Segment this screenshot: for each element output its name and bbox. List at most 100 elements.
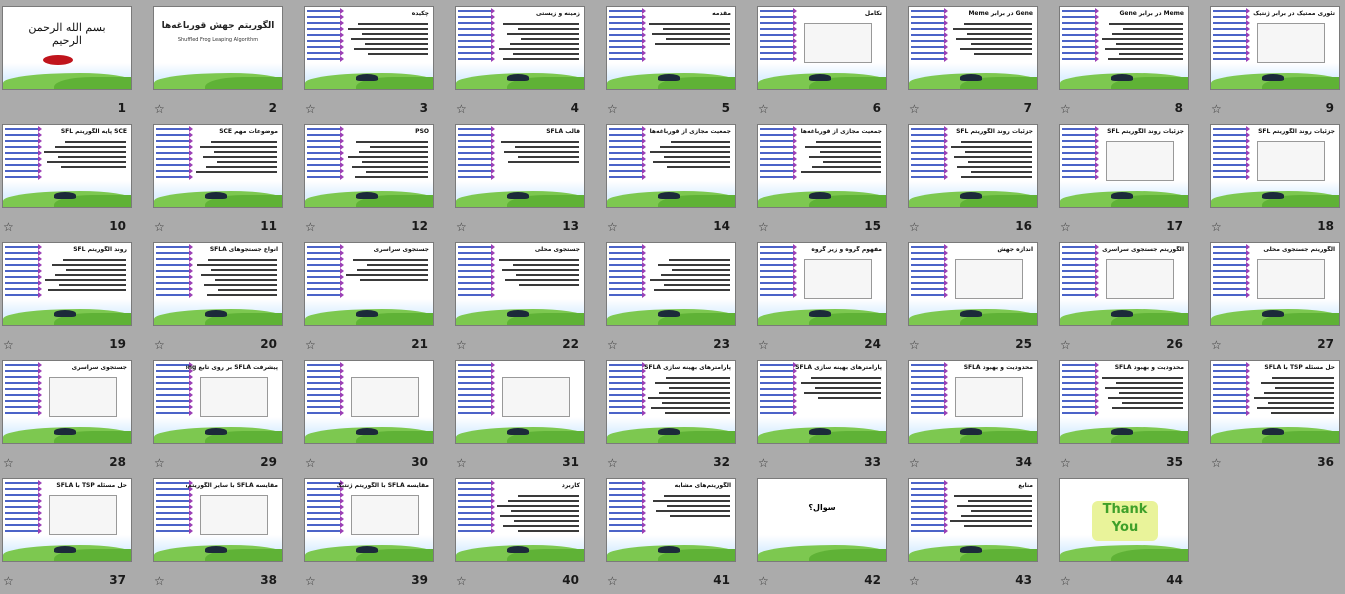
star-outline-icon[interactable]: ☆ <box>607 220 618 234</box>
slide-thumbnail-cell[interactable]: کاربرد ☆ 40 <box>455 478 605 594</box>
star-outline-icon[interactable]: ☆ <box>1060 102 1071 116</box>
slide-thumbnail[interactable]: تکامل <box>757 6 887 90</box>
slide-thumbnail[interactable]: پارامترهای بهینه سازی SFLA <box>606 360 736 444</box>
slide-thumbnail[interactable]: تئوری ممتیک در برابر ژنتیک <box>1210 6 1340 90</box>
slide-thumbnail[interactable]: پارامترهای بهینه سازی SFLA <box>757 360 887 444</box>
slide-thumbnail-cell[interactable]: جستجوی سراسری ☆ 21 <box>304 242 454 358</box>
slide-thumbnail[interactable]: جستجوی سراسری <box>304 242 434 326</box>
slide-thumbnail[interactable]: زمینه و زیستی <box>455 6 585 90</box>
slide-thumbnail[interactable]: الگوریتم جستجوی محلی <box>1210 242 1340 326</box>
slide-thumbnail[interactable]: Gene در برابر Meme <box>908 6 1038 90</box>
star-outline-icon[interactable]: ☆ <box>909 574 920 588</box>
star-outline-icon[interactable]: ☆ <box>1060 574 1071 588</box>
star-outline-icon[interactable]: ☆ <box>758 338 769 352</box>
slide-thumbnail[interactable]: سوال؟ <box>757 478 887 562</box>
slide-thumbnail-cell[interactable]: انواع جستجوهای SFLA ☆ 20 <box>153 242 303 358</box>
slide-thumbnail-cell[interactable]: اندازه جهش ☆ 25 <box>908 242 1058 358</box>
slide-thumbnail-cell[interactable]: محدودیت و بهبود SFLA ☆ 34 <box>908 360 1058 476</box>
star-outline-icon[interactable]: ☆ <box>154 338 165 352</box>
slide-thumbnail-cell[interactable]: جزئیات روند الگوریتم SFL ☆ 18 <box>1210 124 1345 240</box>
slide-thumbnail-cell[interactable]: حل مسئله TSP با SFLA ☆ 36 <box>1210 360 1345 476</box>
star-outline-icon[interactable]: ☆ <box>305 220 316 234</box>
star-outline-icon[interactable]: ☆ <box>909 102 920 116</box>
slide-thumbnail-cell[interactable]: Meme در برابر Gene ☆ 8 <box>1059 6 1209 122</box>
star-outline-icon[interactable]: ☆ <box>1211 338 1222 352</box>
slide-thumbnail[interactable]: جزئیات روند الگوریتم SFL <box>1210 124 1340 208</box>
slide-thumbnail-cell[interactable]: حل مسئله TSP با SFLA ☆ 37 <box>2 478 152 594</box>
star-outline-icon[interactable]: ☆ <box>1060 338 1071 352</box>
slide-thumbnail[interactable]: مفهوم گروه و زیر گروه <box>757 242 887 326</box>
slide-thumbnail-cell[interactable]: چکیده ☆ 3 <box>304 6 454 122</box>
slide-thumbnail[interactable]: مقدمه <box>606 6 736 90</box>
star-outline-icon[interactable]: ☆ <box>909 338 920 352</box>
star-outline-icon[interactable]: ☆ <box>154 220 165 234</box>
slide-thumbnail-cell[interactable]: PSO ☆ 12 <box>304 124 454 240</box>
slide-thumbnail[interactable]: موضوعات مهم SCE <box>153 124 283 208</box>
slide-thumbnail[interactable]: جستجوی سراسری <box>2 360 132 444</box>
slide-thumbnail-cell[interactable]: جمعیت مجازی از قورباغه‌ها ☆ 14 <box>606 124 756 240</box>
star-outline-icon[interactable]: ☆ <box>305 574 316 588</box>
slide-thumbnail-cell[interactable]: مقایسه SFLA با سایر الگوریتم‌ها ☆ 38 <box>153 478 303 594</box>
slide-thumbnail-cell[interactable]: پارامترهای بهینه سازی SFLA ☆ 32 <box>606 360 756 476</box>
slide-thumbnail[interactable]: اندازه جهش <box>908 242 1038 326</box>
slide-thumbnail-cell[interactable]: جزئیات روند الگوریتم SFL ☆ 17 <box>1059 124 1209 240</box>
star-outline-icon[interactable]: ☆ <box>1211 220 1222 234</box>
slide-thumbnail[interactable]: انواع جستجوهای SFLA <box>153 242 283 326</box>
slide-thumbnail[interactable]: مقایسه SFLA با سایر الگوریتم‌ها <box>153 478 283 562</box>
slide-thumbnail-cell[interactable]: تئوری ممتیک در برابر ژنتیک ☆ 9 <box>1210 6 1345 122</box>
slide-thumbnail-cell[interactable]: جمعیت مجازی از قورباغه‌ها ☆ 15 <box>757 124 907 240</box>
slide-thumbnail[interactable]: الگوریتم جستجوی سراسری <box>1059 242 1189 326</box>
star-outline-icon[interactable]: ☆ <box>1211 102 1222 116</box>
star-outline-icon[interactable]: ☆ <box>305 102 316 116</box>
slide-thumbnail[interactable]: جمعیت مجازی از قورباغه‌ها <box>757 124 887 208</box>
star-outline-icon[interactable]: ☆ <box>3 574 14 588</box>
slide-thumbnail-cell[interactable]: پارامترهای بهینه سازی SFLA ☆ 33 <box>757 360 907 476</box>
star-outline-icon[interactable]: ☆ <box>154 574 165 588</box>
star-outline-icon[interactable]: ☆ <box>3 220 14 234</box>
slide-thumbnail[interactable] <box>304 360 434 444</box>
slide-thumbnail[interactable]: حل مسئله TSP با SFLA <box>1210 360 1340 444</box>
star-outline-icon[interactable]: ☆ <box>305 456 316 470</box>
star-outline-icon[interactable]: ☆ <box>1211 456 1222 470</box>
star-outline-icon[interactable]: ☆ <box>758 574 769 588</box>
slide-thumbnail[interactable]: جستجوی محلی <box>455 242 585 326</box>
star-outline-icon[interactable]: ☆ <box>758 220 769 234</box>
slide-thumbnail-cell[interactable]: Gene در برابر Meme ☆ 7 <box>908 6 1058 122</box>
star-outline-icon[interactable]: ☆ <box>758 456 769 470</box>
slide-thumbnail-cell[interactable]: مقایسه SFLA با الگوریتم ژنتیک ☆ 39 <box>304 478 454 594</box>
slide-thumbnail-cell[interactable]: جستجوی سراسری ☆ 28 <box>2 360 152 476</box>
slide-thumbnail-cell[interactable]: الگوریتم جهش قورباغه‌ها Shuffled Frog Lea… <box>153 6 303 122</box>
slide-thumbnail[interactable] <box>455 360 585 444</box>
star-outline-icon[interactable]: ☆ <box>607 456 618 470</box>
star-outline-icon[interactable]: ☆ <box>1060 456 1071 470</box>
slide-thumbnail-cell[interactable]: الگوریتم جستجوی سراسری ☆ 26 <box>1059 242 1209 358</box>
slide-thumbnail-cell[interactable]: الگوریتم‌های مشابه ☆ 41 <box>606 478 756 594</box>
slide-thumbnail[interactable]: روند الگوریتم SFL <box>2 242 132 326</box>
slide-thumbnail-cell[interactable]: SCE پایه الگوریتم SFL ☆ 10 <box>2 124 152 240</box>
slide-thumbnail[interactable]: جمعیت مجازی از قورباغه‌ها <box>606 124 736 208</box>
star-outline-icon[interactable]: ☆ <box>909 220 920 234</box>
slide-thumbnail[interactable]: محدودیت و بهبود SFLA <box>908 360 1038 444</box>
slide-thumbnail[interactable]: چکیده <box>304 6 434 90</box>
star-outline-icon[interactable]: ☆ <box>607 102 618 116</box>
slide-thumbnail-cell[interactable]: زمینه و زیستی ☆ 4 <box>455 6 605 122</box>
star-outline-icon[interactable]: ☆ <box>456 102 467 116</box>
slide-thumbnail-cell[interactable]: مفهوم گروه و زیر گروه ☆ 24 <box>757 242 907 358</box>
star-outline-icon[interactable]: ☆ <box>607 338 618 352</box>
slide-thumbnail-cell[interactable]: ☆ 30 <box>304 360 454 476</box>
slide-thumbnail-cell[interactable]: مقدمه ☆ 5 <box>606 6 756 122</box>
slide-thumbnail[interactable]: حل مسئله TSP با SFLA <box>2 478 132 562</box>
slide-thumbnail[interactable]: Meme در برابر Gene <box>1059 6 1189 90</box>
slide-thumbnail[interactable]: بسم الله الرحمن الرحیم <box>2 6 132 90</box>
star-outline-icon[interactable]: ☆ <box>456 456 467 470</box>
slide-thumbnail-cell[interactable]: موضوعات مهم SCE ☆ 11 <box>153 124 303 240</box>
slide-thumbnail[interactable] <box>606 242 736 326</box>
star-outline-icon[interactable]: ☆ <box>3 338 14 352</box>
slide-thumbnail[interactable]: پیشرفت SFLA بر روی تابع DeJong <box>153 360 283 444</box>
slide-thumbnail-cell[interactable]: جستجوی محلی ☆ 22 <box>455 242 605 358</box>
star-outline-icon[interactable]: ☆ <box>154 102 165 116</box>
star-outline-icon[interactable]: ☆ <box>305 338 316 352</box>
slide-thumbnail[interactable]: منابع <box>908 478 1038 562</box>
slide-thumbnail[interactable]: الگوریتم‌های مشابه <box>606 478 736 562</box>
slide-thumbnail-cell[interactable]: Thank You ☆ 44 <box>1059 478 1209 594</box>
